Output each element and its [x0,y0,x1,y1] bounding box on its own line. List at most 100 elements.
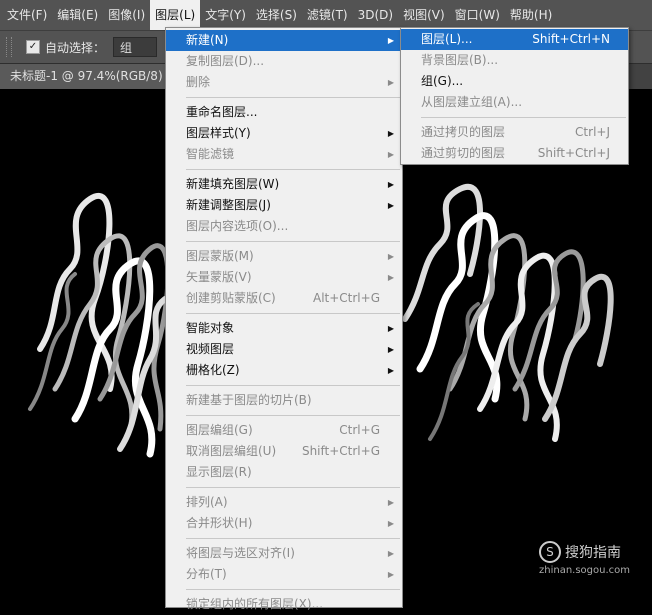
menu-item-lock-all-layers-in-group[interactable]: 锁定组内的所有图层(X)... [166,594,402,615]
menu-3d[interactable]: 3D(D) [353,0,398,30]
submenu-item-layer-via-cut[interactable]: 通过剪切的图层 Shift+Ctrl+J [401,143,628,164]
document-tab[interactable]: 未标题-1 @ 97.4%(RGB/8) * [0,64,168,89]
submenu-item-group-from-layers[interactable]: 从图层建立组(A)... [401,92,628,113]
menu-item-delete[interactable]: 删除 ▶ [166,72,402,93]
watermark-brand: 搜狗指南 [564,545,621,561]
menu-item-label: 智能对象 [186,321,235,335]
menu-item-label: 新建调整图层(J) [186,198,271,212]
menu-file[interactable]: 文件(F) [2,0,52,30]
menu-item-create-clipping-mask[interactable]: 创建剪贴蒙版(C) Alt+Ctrl+G [166,288,402,309]
document-title: 未标题-1 @ 97.4%(RGB/8) * [10,69,168,83]
submenu-item-group[interactable]: 组(G)... [401,71,628,92]
menu-item-shortcut: Ctrl+J [575,125,610,139]
menu-item-label: 显示图层(R) [186,465,252,479]
menu-bar: 文件(F) 编辑(E) 图像(I) 图层(L) 文字(Y) 选择(S) 滤镜(T… [0,0,652,30]
menu-item-show-layers[interactable]: 显示图层(R) [166,462,402,483]
menu-item-label: 排列(A) [186,495,228,509]
menu-item-group-layers[interactable]: 图层编组(G) Ctrl+G [166,420,402,441]
menu-separator [186,313,400,314]
menu-item-new-fill-layer[interactable]: 新建填充图层(W) ▶ [166,174,402,195]
menu-type[interactable]: 文字(Y) [200,0,251,30]
menu-item-ungroup-layers[interactable]: 取消图层编组(U) Shift+Ctrl+G [166,441,402,462]
menu-view[interactable]: 视图(V) [398,0,450,30]
menu-item-smart-object[interactable]: 智能对象 ▶ [166,318,402,339]
menu-item-label: 分布(T) [186,567,227,581]
menu-item-label: 新建填充图层(W) [186,177,280,191]
watermark: S 搜狗指南 zhinan.sogou.com [538,541,630,576]
menu-item-label: 将图层与选区对齐(I) [186,546,295,560]
menu-item-shortcut: Shift+Ctrl+J [537,146,610,160]
submenu-arrow-icon: ▶ [387,180,394,189]
menu-item-label: 矢量蒙版(V) [186,270,252,284]
menu-item-label: 合并形状(H) [186,516,253,530]
menu-item-label: 图层样式(Y) [186,126,251,140]
menu-item-label: 删除 [186,75,211,89]
menu-item-align-to-selection[interactable]: 将图层与选区对齐(I) ▶ [166,543,402,564]
menu-item-shortcut: Shift+Ctrl+N [532,32,610,46]
menu-separator [186,241,400,242]
menu-item-smart-filter[interactable]: 智能滤镜 ▶ [166,144,402,165]
submenu-arrow-icon: ▶ [387,519,394,528]
menu-item-new-adjustment-layer[interactable]: 新建调整图层(J) ▶ [166,195,402,216]
menu-item-label: 图层(L)... [421,32,473,46]
submenu-arrow-icon: ▶ [387,129,394,138]
submenu-arrow-icon: ▶ [387,150,394,159]
menu-item-label: 重命名图层... [186,105,258,119]
menu-item-rename-layer[interactable]: 重命名图层... [166,102,402,123]
menu-item-duplicate-layer[interactable]: 复制图层(D)... [166,51,402,72]
menu-item-vector-mask[interactable]: 矢量蒙版(V) ▶ [166,267,402,288]
menu-separator [186,589,400,590]
sogou-logo-icon: S [538,541,561,563]
menu-item-label: 智能滤镜 [186,147,235,161]
menu-item-label: 通过拷贝的图层 [421,125,506,139]
menu-item-distribute[interactable]: 分布(T) ▶ [166,564,402,585]
menu-item-arrange[interactable]: 排列(A) ▶ [166,492,402,513]
auto-select-value: 组 [120,41,133,55]
menu-item-label: 新建基于图层的切片(B) [186,393,312,407]
menu-item-rasterize[interactable]: 栅格化(Z) ▶ [166,360,402,381]
submenu-item-background-layer[interactable]: 背景图层(B)... [401,50,628,71]
menu-item-layer-mask[interactable]: 图层蒙版(M) ▶ [166,246,402,267]
submenu-arrow-icon: ▶ [387,345,394,354]
menu-image[interactable]: 图像(I) [103,0,150,30]
menu-item-combine-shapes[interactable]: 合并形状(H) ▶ [166,513,402,534]
menu-item-label: 新建(N) [186,33,229,47]
menu-item-new-layer-based-slice[interactable]: 新建基于图层的切片(B) [166,390,402,411]
menu-item-label: 背景图层(B)... [421,53,499,67]
menu-item-shortcut: Ctrl+G [339,423,380,437]
menu-item-layer-content-options[interactable]: 图层内容选项(O)... [166,216,402,237]
menu-item-layer-style[interactable]: 图层样式(Y) ▶ [166,123,402,144]
menu-item-label: 取消图层编组(U) [186,444,277,458]
menu-item-label: 复制图层(D)... [186,54,265,68]
menu-filter[interactable]: 滤镜(T) [302,0,353,30]
menu-select[interactable]: 选择(S) [251,0,302,30]
submenu-arrow-icon: ▶ [387,201,394,210]
menu-separator [186,415,400,416]
menu-item-label: 从图层建立组(A)... [421,95,523,109]
menu-item-label: 栅格化(Z) [186,363,240,377]
menu-separator [421,117,626,118]
menu-window[interactable]: 窗口(W) [450,0,505,30]
menu-edit[interactable]: 编辑(E) [52,0,103,30]
menu-help[interactable]: 帮助(H) [505,0,557,30]
submenu-arrow-icon: ▶ [387,498,394,507]
menu-item-shortcut: Shift+Ctrl+G [301,444,380,458]
menu-item-label: 图层蒙版(M) [186,249,254,263]
menu-item-label: 锁定组内的所有图层(X)... [186,597,324,611]
options-bar-grip[interactable] [6,37,12,57]
menu-separator [186,97,400,98]
menu-layer[interactable]: 图层(L) [150,0,201,30]
menu-separator [186,487,400,488]
submenu-arrow-icon: ▶ [387,36,394,45]
auto-select-dropdown[interactable]: 组 [113,37,158,57]
auto-select-label: 自动选择： [45,40,106,55]
auto-select-checkbox[interactable]: ✓ [26,40,40,54]
menu-item-shortcut: Alt+Ctrl+G [312,291,380,305]
menu-item-new[interactable]: 新建(N) ▶ [166,30,402,51]
submenu-item-layer[interactable]: 图层(L)... Shift+Ctrl+N [401,29,628,50]
new-submenu: 图层(L)... Shift+Ctrl+N 背景图层(B)... 组(G)...… [400,27,629,165]
submenu-arrow-icon: ▶ [387,549,394,558]
submenu-item-layer-via-copy[interactable]: 通过拷贝的图层 Ctrl+J [401,122,628,143]
menu-item-label: 组(G)... [421,74,464,88]
menu-item-video-layer[interactable]: 视频图层 ▶ [166,339,402,360]
